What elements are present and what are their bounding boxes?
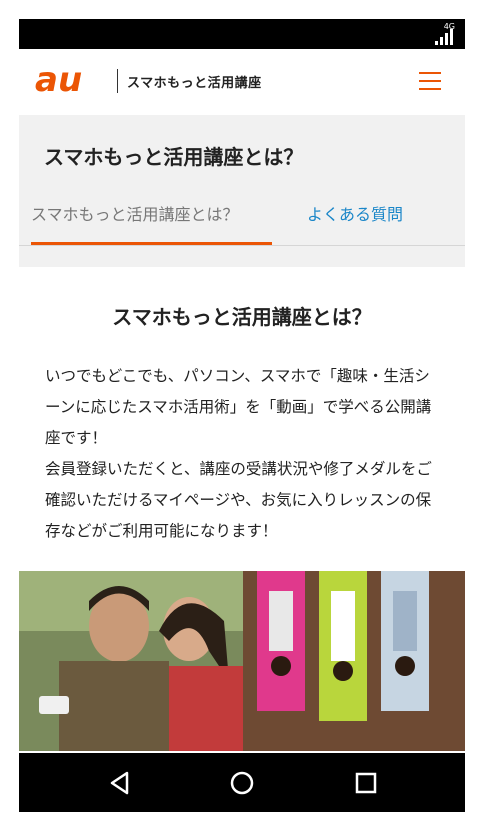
tab-bar: スマホもっと活用講座とは？ よくある質問: [19, 193, 465, 247]
tab-faq[interactable]: よくある質問: [307, 201, 403, 225]
card-paragraph: 会員登録いただくと、講座の受講状況や修了メダルをご確認いただけるマイページや、お…: [45, 460, 432, 540]
home-circle-icon[interactable]: [229, 770, 255, 796]
card-description: いつでもどこでも、パソコン、スマホで「趣味・生活シーンに応じたスマホ活用術」を「…: [45, 361, 441, 547]
tab-bar-border: [19, 245, 465, 246]
hamburger-icon[interactable]: [419, 72, 441, 90]
page-title: スマホもっと活用講座とは？: [44, 145, 304, 169]
site-header: au スマホもっと活用講座: [19, 49, 465, 115]
hero-photos: [19, 571, 465, 751]
header-divider: [117, 69, 118, 93]
phone-screen: 4G au スマホもっと活用講座 スマホもっと活用講座とは？ スマホもっと活用講…: [19, 19, 465, 812]
site-title[interactable]: スマホもっと活用講座: [127, 72, 262, 91]
recents-square-icon[interactable]: [353, 770, 379, 796]
content-card: スマホもっと活用講座とは？ いつでもどこでも、パソコン、スマホで「趣味・生活シー…: [19, 267, 465, 812]
system-nav-bar: [19, 753, 465, 812]
card-title: スマホもっと活用講座とは？: [112, 305, 372, 329]
card-paragraph: いつでもどこでも、パソコン、スマホで「趣味・生活シーンに応じたスマホ活用術」を「…: [45, 367, 432, 447]
status-bar: 4G: [19, 19, 465, 49]
signal-icon: [435, 29, 453, 45]
back-triangle-icon[interactable]: [107, 770, 133, 796]
tab-about[interactable]: スマホもっと活用講座とは？: [31, 201, 239, 225]
svg-text:au: au: [35, 63, 82, 97]
au-logo[interactable]: au: [33, 63, 111, 97]
